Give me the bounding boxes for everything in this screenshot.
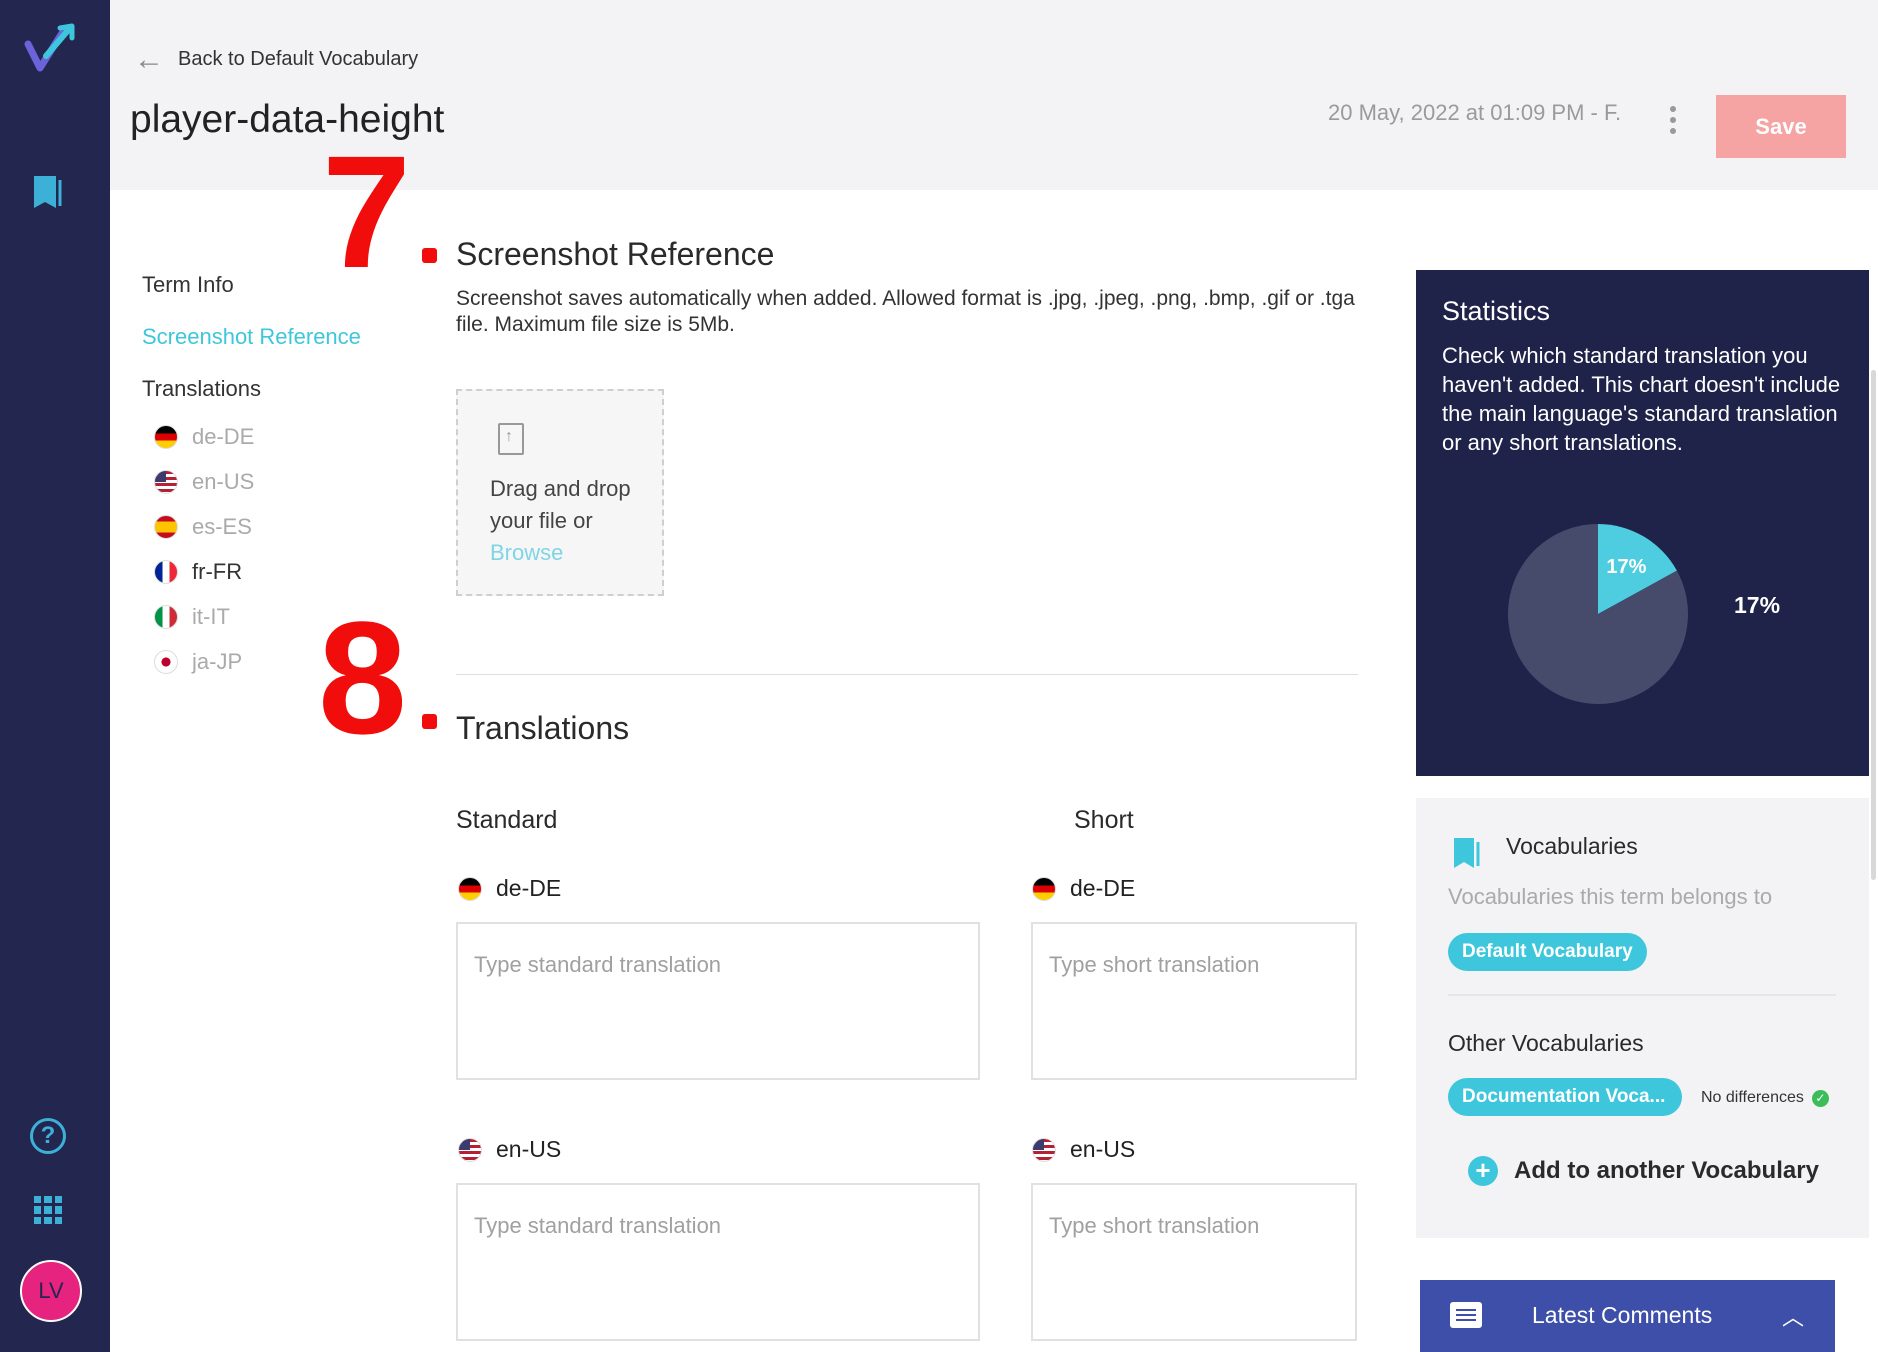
file-upload-icon [498, 423, 524, 455]
language-code: en-US [1070, 1136, 1136, 1162]
standard-translation-en-field[interactable] [456, 1183, 980, 1341]
short-language-de: de-DE [1032, 875, 1135, 902]
no-differences-label: No differences [1701, 1089, 1804, 1106]
language-code: en-US [496, 1136, 562, 1162]
italy-flag-icon [154, 604, 178, 629]
nav-language-en[interactable]: en-US [154, 459, 402, 504]
nav-language-de[interactable]: de-DE [154, 414, 402, 459]
statistics-title: Statistics [1442, 296, 1551, 326]
nav-language-fr[interactable]: fr-FR [154, 549, 402, 594]
vocabularies-description: Vocabularies this term belongs to [1448, 884, 1773, 909]
arrow-left-icon: ← [134, 42, 164, 76]
short-translation-de-field[interactable] [1031, 922, 1357, 1080]
no-differences-status: No differences ✓ [1701, 1089, 1829, 1107]
standard-language-de: de-DE [458, 875, 561, 902]
dropzone-text: Drag and drop your file or Browse [490, 473, 650, 569]
language-code: ja-JP [192, 648, 243, 674]
screenshot-dropzone[interactable]: Drag and drop your file or Browse [456, 389, 664, 596]
vocabularies-separator [1448, 994, 1836, 996]
nav-language-ja[interactable]: ja-JP [154, 639, 402, 684]
vocabularies-panel: Vocabularies Vocabularies this term belo… [1416, 798, 1869, 1238]
japan-flag-icon [154, 649, 178, 674]
standard-column-label: Standard [456, 806, 558, 834]
left-rail: ? LV [0, 0, 110, 1352]
browse-link[interactable]: Browse [490, 540, 563, 565]
scrollbar[interactable] [1871, 370, 1876, 880]
add-to-vocabulary-label: Add to another Vocabulary [1514, 1157, 1819, 1184]
standard-language-en: en-US [458, 1136, 561, 1163]
documentation-vocabulary-chip[interactable]: Documentation Voca... [1448, 1078, 1682, 1116]
nav-translations[interactable]: Translations [142, 376, 402, 402]
app-logo-icon[interactable] [24, 22, 80, 78]
statistics-pie-chart: 17% [1508, 524, 1688, 704]
default-vocabulary-chip[interactable]: Default Vocabulary [1448, 933, 1647, 971]
language-code: de-DE [496, 875, 562, 901]
annotation-number-7: 7 [322, 122, 411, 301]
standard-translation-de-field[interactable] [456, 922, 980, 1080]
france-flag-icon [154, 559, 178, 584]
check-circle-icon: ✓ [1811, 1089, 1829, 1107]
chevron-up-icon[interactable]: ︿ [1782, 1300, 1804, 1332]
comment-icon [1450, 1302, 1482, 1328]
language-code: en-US [192, 468, 255, 494]
language-code: de-DE [1070, 875, 1136, 901]
screenshot-reference-heading: Screenshot Reference [456, 236, 775, 272]
term-section-nav: Term Info Screenshot Reference Translati… [142, 272, 402, 684]
short-translation-de-input[interactable] [1033, 924, 1355, 1078]
standard-translation-de-input[interactable] [458, 924, 978, 1078]
usa-flag-icon [458, 1137, 482, 1162]
back-link-label: Back to Default Vocabulary [178, 48, 419, 70]
pie-slice-label: 17% [1606, 556, 1646, 578]
language-code: de-DE [192, 423, 255, 449]
language-code: es-ES [192, 513, 252, 539]
nav-language-list: de-DE en-US es-ES fr-FR it-IT ja-JP [154, 414, 402, 684]
standard-translation-en-input[interactable] [458, 1185, 978, 1339]
germany-flag-icon [154, 424, 178, 449]
usa-flag-icon [1032, 1137, 1056, 1162]
nav-language-it[interactable]: it-IT [154, 594, 402, 639]
translations-heading: Translations [456, 710, 630, 746]
pie-outside-label: 17% [1734, 592, 1781, 618]
plus-circle-icon: + [1468, 1156, 1498, 1186]
screenshot-description: Screenshot saves automatically when adde… [456, 287, 1355, 336]
latest-comments-bar[interactable]: Latest Comments ︿ [1420, 1280, 1835, 1352]
nav-screenshot-reference[interactable]: Screenshot Reference [142, 324, 402, 350]
short-column-label: Short [1074, 806, 1134, 834]
statistics-description: Check which standard translation you hav… [1442, 343, 1841, 455]
other-vocabularies-title: Other Vocabularies [1448, 1030, 1644, 1056]
nav-term-info[interactable]: Term Info [142, 272, 402, 298]
dropzone-instructions: Drag and drop your file or [490, 476, 631, 533]
spain-flag-icon [154, 514, 178, 539]
short-translation-en-field[interactable] [1031, 1183, 1357, 1341]
nav-language-es[interactable]: es-ES [154, 504, 402, 549]
usa-flag-icon [154, 469, 178, 494]
short-translation-en-input[interactable] [1033, 1185, 1355, 1339]
add-to-vocabulary-button[interactable]: + Add to another Vocabulary [1468, 1156, 1819, 1186]
apps-grid-icon[interactable] [34, 1196, 62, 1224]
section-divider [456, 674, 1358, 675]
vocabulary-book-icon [1454, 838, 1480, 868]
annotation-dot [422, 248, 437, 263]
vocabulary-book-icon[interactable] [32, 172, 64, 210]
user-avatar[interactable]: LV [20, 1260, 82, 1322]
germany-flag-icon [458, 876, 482, 901]
language-code: it-IT [192, 603, 230, 629]
latest-comments-label: Latest Comments [1532, 1302, 1713, 1328]
save-button[interactable]: Save [1716, 95, 1846, 158]
back-link[interactable]: ← Back to Default Vocabulary [134, 42, 419, 76]
annotation-dot [422, 714, 437, 729]
more-options-icon[interactable] [1668, 106, 1678, 134]
vocabularies-title: Vocabularies [1506, 833, 1638, 859]
last-modified-timestamp: 20 May, 2022 at 01:09 PM - F. [1328, 100, 1622, 125]
short-language-en: en-US [1032, 1136, 1135, 1163]
statistics-panel: Statistics Check which standard translat… [1416, 270, 1869, 776]
language-code: fr-FR [192, 558, 243, 584]
help-icon[interactable]: ? [30, 1118, 66, 1154]
germany-flag-icon [1032, 876, 1056, 901]
